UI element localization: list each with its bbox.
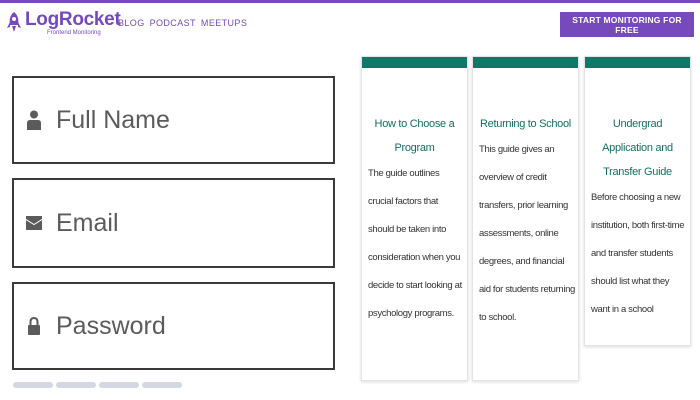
envelope-icon [26,212,42,234]
guide-card-undergrad-transfer[interactable]: Undergrad Application and Transfer Guide… [584,56,691,346]
card-accent-bar [585,57,690,68]
pagination-dot[interactable] [13,382,53,388]
pagination-dot[interactable] [99,382,139,388]
rocket-logo-icon [7,12,21,32]
full-name-input[interactable] [56,105,306,135]
pagination-dot[interactable] [56,382,96,388]
lock-icon [26,315,42,337]
nav-link-meetups[interactable]: MEETUPS [201,18,247,28]
guide-card-returning-school[interactable]: Returning to School This guide gives an … [472,56,579,381]
start-monitoring-button[interactable]: START MONITORING FOR FREE [560,12,694,37]
password-field[interactable] [12,282,335,370]
user-icon [26,109,42,131]
logo[interactable]: LogRocket Frontend Monitoring [6,9,121,37]
card-body: The guide outlines crucial factors that … [368,168,462,319]
top-navbar: LogRocket Frontend Monitoring BLOG PODCA… [0,3,700,43]
password-input[interactable] [56,311,306,341]
card-body: Before choosing a new institution, both … [591,192,685,315]
email-input[interactable] [56,208,306,238]
pagination-dot[interactable] [142,382,182,388]
card-title[interactable]: Returning to School [473,112,578,136]
logo-tagline: Frontend Monitoring [47,30,101,36]
card-accent-bar [362,57,467,68]
nav-link-blog[interactable]: BLOG [118,18,145,28]
card-body: This guide gives an overview of credit t… [479,144,575,323]
card-title[interactable]: Undergrad Application and Transfer Guide [585,112,690,184]
pagination-dots [13,382,182,388]
card-accent-bar [473,57,578,68]
card-title[interactable]: How to Choose a Program [362,112,467,160]
logo-name: LogRocket [25,9,121,30]
full-name-field[interactable] [12,76,335,164]
nav-link-podcast[interactable]: PODCAST [150,18,196,28]
nav-links: BLOG PODCAST MEETUPS [118,18,247,28]
guide-card-choose-program[interactable]: How to Choose a Program The guide outlin… [361,56,468,381]
email-field[interactable] [12,178,335,268]
